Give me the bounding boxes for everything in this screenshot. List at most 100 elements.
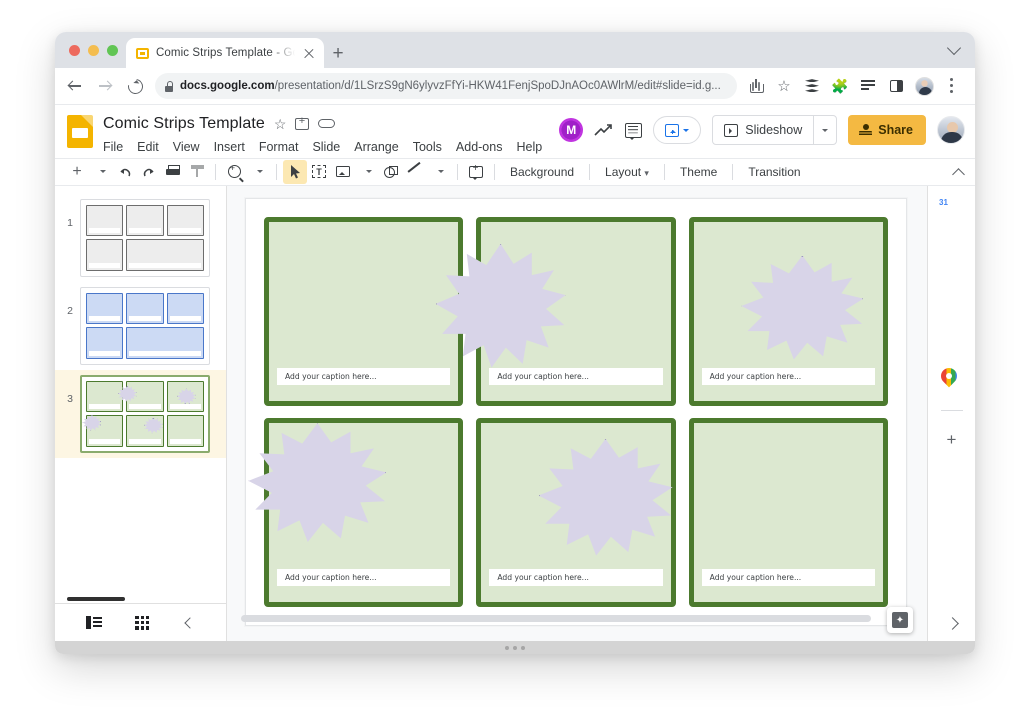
filmstrip-scrollbar[interactable]	[67, 597, 125, 601]
theme-button[interactable]: Theme	[671, 165, 726, 179]
filmstrip-view-icon[interactable]	[85, 616, 102, 629]
filmstrip-slide-3[interactable]: 3	[55, 369, 226, 458]
cloud-saved-icon[interactable]	[318, 119, 336, 129]
share-page-button[interactable]	[743, 73, 769, 99]
slideshow-main[interactable]: Slideshow	[713, 116, 813, 144]
browser-tab[interactable]: Comic Strips Template - Google Slides	[126, 38, 324, 68]
select-tool-button[interactable]	[283, 159, 307, 184]
new-slide-button[interactable]: +	[65, 160, 89, 184]
print-button[interactable]	[161, 160, 185, 184]
thumb-panel-grid	[82, 380, 204, 447]
slide-thumbnail[interactable]	[80, 374, 210, 453]
slide-thumbnail[interactable]	[80, 286, 210, 365]
mote-addon-icon[interactable]	[559, 118, 584, 143]
close-window-button[interactable]	[69, 44, 80, 56]
tab-close-icon[interactable]	[302, 46, 316, 60]
side-panel-button[interactable]	[883, 73, 909, 99]
menu-insert[interactable]: Insert	[214, 140, 245, 154]
address-bar[interactable]: docs.google.com/presentation/d/1LSrzS9gN…	[155, 73, 737, 100]
transition-button[interactable]: Transition	[739, 165, 809, 179]
profile-button[interactable]	[911, 73, 937, 99]
layers-button[interactable]	[799, 73, 825, 99]
reload-button[interactable]	[121, 72, 149, 100]
browser-window: Comic Strips Template - Google Slides do…	[55, 32, 975, 654]
play-icon	[724, 123, 739, 137]
panel-caption[interactable]: Add your caption here...	[701, 367, 875, 385]
filmstrip-slide-2[interactable]: 2	[55, 282, 226, 370]
extensions-button[interactable]: 🧩	[827, 73, 853, 99]
comments-icon[interactable]	[625, 122, 643, 140]
menu-slide[interactable]: Slide	[312, 140, 340, 154]
header-actions: Slideshow Share	[559, 115, 965, 146]
insert-image-options-button[interactable]	[355, 160, 379, 184]
menu-tools[interactable]: Tools	[413, 140, 442, 154]
resize-grip-dot	[513, 645, 517, 650]
window-traffic-lights	[65, 32, 126, 68]
comic-panel-1[interactable]: Add your caption here...	[264, 216, 464, 406]
bookmark-button[interactable]: ☆	[771, 73, 797, 99]
google-calendar-icon[interactable]	[941, 200, 963, 222]
filmstrip-slide-1[interactable]: 1	[55, 194, 226, 282]
menu-format[interactable]: Format	[259, 140, 299, 154]
expand-rail-chevron-icon[interactable]	[946, 617, 958, 629]
panel-caption[interactable]: Add your caption here...	[277, 568, 451, 586]
paint-format-button[interactable]	[185, 160, 209, 184]
insert-image-button[interactable]	[331, 160, 355, 184]
google-contacts-icon[interactable]	[941, 326, 963, 348]
share-button[interactable]: Share	[848, 115, 926, 146]
browser-menu-button[interactable]	[939, 73, 965, 99]
forward-button[interactable]	[91, 72, 119, 100]
account-avatar[interactable]	[937, 116, 965, 145]
panel-caption[interactable]: Add your caption here...	[489, 568, 663, 586]
line-button[interactable]	[403, 160, 427, 184]
maximize-window-button[interactable]	[107, 44, 118, 56]
menu-edit[interactable]: Edit	[137, 140, 159, 154]
background-button[interactable]: Background	[501, 165, 583, 179]
slideshow-options-button[interactable]	[814, 116, 836, 144]
present-to-meeting-button[interactable]	[653, 116, 702, 145]
shape-button[interactable]	[379, 160, 403, 184]
collapse-toolbar-chevron-icon[interactable]	[953, 166, 965, 178]
google-tasks-icon[interactable]	[941, 284, 963, 306]
move-to-folder-icon[interactable]	[295, 115, 310, 130]
slide-thumbnail[interactable]	[80, 198, 210, 277]
active-slide[interactable]: Add your caption here... Add your captio…	[245, 197, 907, 626]
minimize-window-button[interactable]	[88, 44, 99, 56]
add-comment-button[interactable]	[464, 160, 488, 184]
playlist-button[interactable]	[855, 73, 881, 99]
thumb-panel	[126, 327, 204, 359]
redo-button[interactable]	[137, 160, 161, 184]
undo-button[interactable]	[113, 160, 137, 184]
back-button[interactable]	[61, 72, 89, 100]
menu-file[interactable]: File	[103, 140, 123, 154]
star-icon[interactable]: ☆	[274, 117, 287, 131]
collapse-filmstrip-icon[interactable]	[183, 617, 195, 629]
comic-panel-6[interactable]: Add your caption here...	[688, 417, 888, 607]
new-tab-button[interactable]	[324, 38, 352, 68]
slideshow-button[interactable]: Slideshow	[712, 115, 838, 146]
zoom-options-button[interactable]	[246, 160, 270, 184]
tab-list-chevron-down-icon[interactable]	[947, 41, 961, 55]
menu-help[interactable]: Help	[516, 140, 542, 154]
grid-view-icon[interactable]	[135, 615, 150, 630]
activity-trend-icon[interactable]	[594, 122, 614, 138]
google-keep-icon[interactable]	[941, 242, 963, 264]
explore-button[interactable]	[887, 607, 913, 633]
zoom-button[interactable]	[222, 160, 246, 184]
google-maps-icon[interactable]	[941, 368, 963, 390]
google-slides-logo-icon[interactable]	[67, 115, 93, 149]
layout-button[interactable]: Layout ▾	[596, 165, 658, 179]
panel-caption[interactable]: Add your caption here...	[277, 367, 451, 385]
browser-tab-strip: Comic Strips Template - Google Slides	[55, 32, 975, 68]
add-addon-icon[interactable]: +	[947, 431, 957, 448]
page-title[interactable]: Comic Strips Template	[103, 115, 265, 133]
panel-caption[interactable]: Add your caption here...	[489, 367, 663, 385]
new-slide-options-button[interactable]	[89, 160, 113, 184]
line-options-button[interactable]	[427, 160, 451, 184]
panel-caption[interactable]: Add your caption here...	[701, 568, 875, 586]
text-box-button[interactable]	[307, 160, 331, 184]
menu-view[interactable]: View	[173, 140, 200, 154]
menu-addons[interactable]: Add-ons	[456, 140, 503, 154]
menu-arrange[interactable]: Arrange	[354, 140, 398, 154]
horizontal-scrollbar[interactable]	[241, 615, 871, 622]
